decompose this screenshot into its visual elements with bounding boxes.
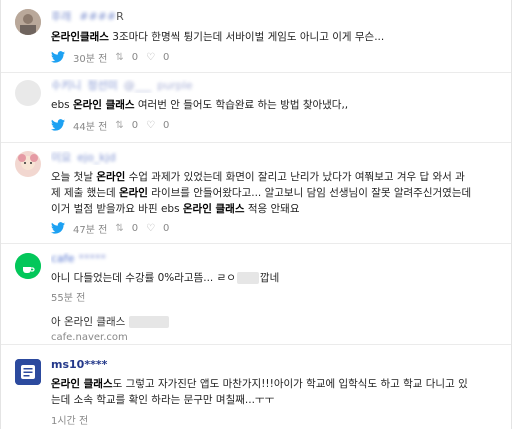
post-text: 오늘 첫날 온라인 수업 과제가 있었는데 화면이 잘리고 난리가 났다가 여쭤… [51,169,499,217]
post-text-line: 오늘 첫날 온라인 수업 과제가 있었는데 화면이 잘리고 난리가 났다가 여쭤… [51,169,499,185]
post-item[interactable]: 후래 ####R 온라인클래스 3조마다 한명씩 튕기는데 서바이벌 게임도 아니… [1,0,511,72]
highlight-keyword: 온라인 [118,187,148,199]
highlight-keyword: 온라인클래스 [51,31,109,43]
highlight-keyword: 온라인 클래스 [72,99,135,111]
like-count: 0 [163,119,170,131]
search-results-panel: 후래 ####R 온라인클래스 3조마다 한명씩 튕기는데 서바이벌 게임도 아니… [0,0,512,429]
author-name[interactable]: ms10**** [51,358,499,372]
post-text: 아니 다들었는데 수강률 0%라고뜸... ㄹㅇ 깝네 [51,272,280,284]
avatar-image [15,9,41,35]
twitter-bird-icon [51,222,65,234]
post-meta: 55분 전 [51,288,499,304]
post-time[interactable]: 30분 전 [73,50,107,65]
post-text-line: 이거 벌점 받을까요 바핀 ebs 온라인 클래스 적응 안돼요 [51,201,499,217]
post-text: 온라인 클래스도 그렇고 자가진단 앱도 마찬가지!!!아이가 학교에 입학식도… [51,376,499,408]
heart-icon[interactable]: ♡ [146,120,155,131]
post-time[interactable]: 44분 전 [73,118,107,133]
cafe-link-card[interactable]: 아 온라인 클래스 cafe.naver.com [51,314,499,346]
avatar-image [15,151,41,177]
post-item[interactable]: 수키니 정선미 @___ purple ebs 온라인 클래스 여러번 안 들어도 학… [1,73,511,142]
twitter-bird-icon [51,51,65,63]
twitter-bird-icon [51,119,65,131]
post-meta: 1시간 전 [51,411,499,427]
post-text-segment: 적응 안돼요 [244,203,300,215]
author-name[interactable]: 이요 ejo_kjd [51,151,499,165]
post-text-segment: 오늘 첫날 [51,171,97,183]
retweet-count: 0 [131,119,139,131]
highlight-keyword: 온라인 [96,171,126,183]
post-item[interactable]: 이요 ejo_kjd 오늘 첫날 온라인 수업 과제가 있었는데 화면이 잘리고 … [1,143,511,243]
post-meta: 30분 전 ⇅ 0 ♡ 0 [51,49,499,65]
retweet-icon[interactable]: ⇅ [115,52,123,63]
post-meta: 47분 전 ⇅ 0 ♡ 0 [51,220,499,236]
avatar[interactable] [15,359,41,385]
post-item[interactable]: cafe ***** 아니 다들었는데 수강률 0%라고뜸... ㄹㅇ 깝네 55분… [1,244,511,344]
post-text-segment: 제 제출 했는데 [51,187,119,199]
naver-cafe-icon [15,253,41,279]
post-text: 온라인클래스 3조마다 한명씩 튕기는데 서바이벌 게임도 아니고 이게 무슨.… [51,29,499,46]
blog-icon [15,359,41,385]
post-time[interactable]: 47분 전 [73,221,107,236]
heart-icon[interactable]: ♡ [146,52,155,63]
like-count: 0 [163,51,170,63]
retweet-count: 0 [131,222,139,234]
post-text-line: 온라인 클래스도 그렇고 자가진단 앱도 마찬가지!!!아이가 학교에 입학식도… [51,376,499,392]
post-time[interactable]: 55분 전 [51,289,85,304]
post-text-segment: 라이브를 안들어왔다고... 알고보니 담임 선생님이 잘못 알려주신거였는데 [147,187,472,199]
highlight-keyword: 온라인 클래스 [182,203,245,215]
avatar[interactable] [15,9,41,35]
retweet-icon[interactable]: ⇅ [115,223,123,234]
post-time[interactable]: 1시간 전 [51,412,88,427]
avatar[interactable] [15,253,41,279]
post-text-line: 제 제출 했는데 온라인 라이브를 안들어왔다고... 알고보니 담임 선생님이… [51,185,499,201]
heart-icon[interactable]: ♡ [146,223,155,234]
redacted-mask [236,272,259,284]
post-text-segment: 3조마다 한명씩 튕기는데 서바이벌 게임도 아니고 이게 무슨... [108,31,385,43]
redacted-mask [128,316,169,328]
author-name[interactable]: 후래 ####R [51,10,499,24]
post-text-segment: 이거 벌점 받을까요 바핀 ebs [51,203,183,215]
like-count: 0 [163,222,170,234]
post-text-segment: 도 그렇고 자가진단 앱도 마찬가지!!!아이가 학교에 입학식도 하고 학교 … [112,378,468,390]
avatar[interactable] [15,151,41,177]
author-name[interactable]: 수키니 정선미 @___ purple [51,79,499,93]
retweet-icon[interactable]: ⇅ [115,120,123,131]
avatar[interactable] [15,80,41,106]
post-text-segment: 는데 소속 학교를 확인 하라는 문구만 며칠째...ㅜㅜ [51,394,275,406]
author-name[interactable]: cafe ***** [51,252,499,266]
retweet-count: 0 [131,51,139,63]
post-text-line: 는데 소속 학교를 확인 하라는 문구만 며칠째...ㅜㅜ [51,392,499,408]
post-text-segment: 수업 과제가 있었는데 화면이 잘리고 난리가 났다가 여쭤보고 겨우 답 와서… [125,171,465,183]
post-text-segment: 여러번 안 들어도 학습완료 하는 방법 찾아냈다,, [134,99,349,111]
post-meta: 44분 전 ⇅ 0 ♡ 0 [51,117,499,133]
cafe-title[interactable]: 아 온라인 클래스 [51,316,125,328]
highlight-keyword: 온라인 클래스 [51,378,113,390]
post-text-segment: ebs [51,99,73,111]
post-item[interactable]: ms10**** 온라인 클래스도 그렇고 자가진단 앱도 마찬가지!!!아이가… [1,345,511,429]
post-text: ebs 온라인 클래스 여러번 안 들어도 학습완료 하는 방법 찾아냈다,, [51,97,499,114]
